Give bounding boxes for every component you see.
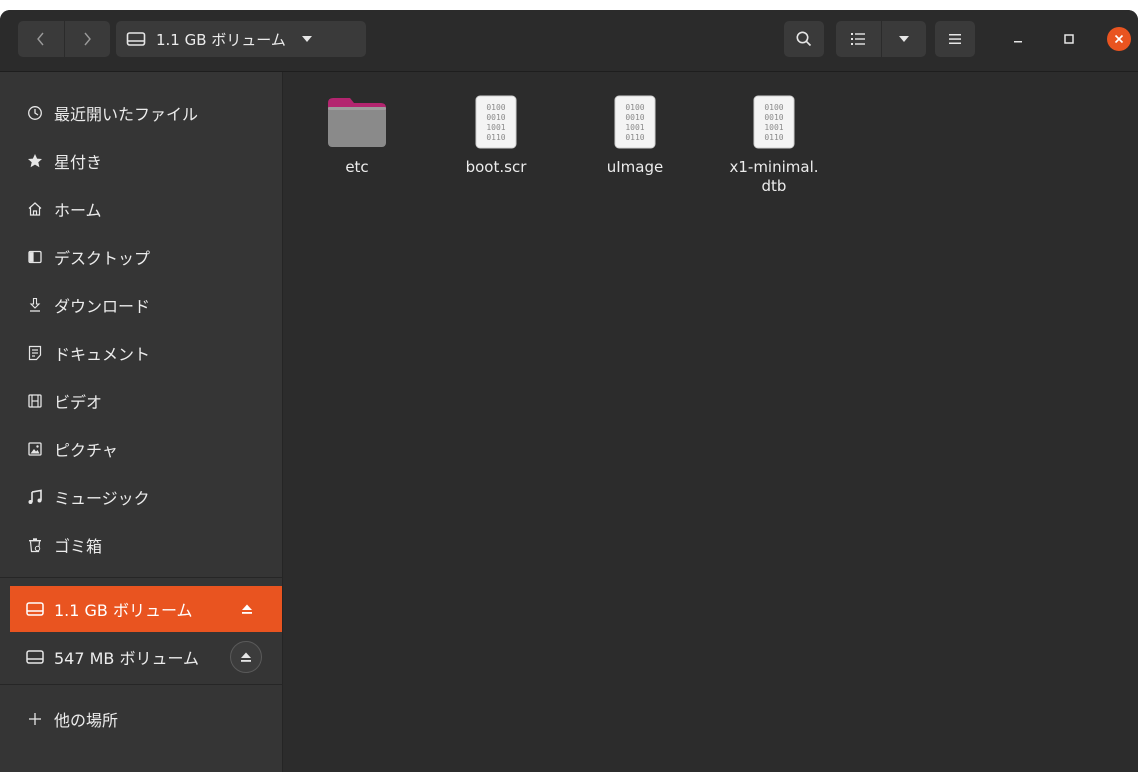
- eject-button[interactable]: [230, 641, 262, 673]
- drive-icon: [26, 600, 44, 618]
- sidebar-item-label: ホーム: [54, 201, 102, 220]
- search-button[interactable]: [784, 21, 824, 57]
- current-location-label: 1.1 GB ボリューム: [156, 30, 286, 49]
- eject-icon: [242, 604, 252, 614]
- main-menu-button[interactable]: [935, 21, 975, 57]
- close-icon: [1114, 34, 1124, 44]
- hamburger-menu-icon: [949, 34, 961, 44]
- sidebar-item-label: ミュージック: [54, 489, 150, 508]
- sidebar-volume-label: 1.1 GB ボリューム: [54, 601, 193, 620]
- sidebar-item-desktop[interactable]: デスクトップ: [10, 234, 282, 280]
- svg-text:0100: 0100: [625, 103, 644, 112]
- download-icon: [26, 296, 44, 314]
- header-bar: 1.1 GB ボリューム: [0, 10, 1138, 72]
- eject-button[interactable]: [236, 598, 258, 620]
- file-name: boot.scr: [465, 158, 527, 176]
- svg-text:0010: 0010: [625, 113, 644, 122]
- file-name: etc: [345, 158, 369, 176]
- navigation-buttons: [18, 21, 110, 57]
- file-view: etc 0100 0010 1001 0110 boot.scr 0100 00…: [283, 72, 1138, 772]
- file-name: x1-minimal. dtb: [729, 158, 819, 195]
- svg-text:0110: 0110: [764, 133, 783, 142]
- list-view-icon: [851, 33, 866, 45]
- sidebar-item-pictures[interactable]: ピクチャ: [10, 426, 282, 472]
- chevron-left-icon: [36, 32, 44, 46]
- clock-icon: [26, 104, 44, 122]
- sidebar-item-label: ドキュメント: [54, 345, 151, 364]
- sidebar-divider: [0, 577, 283, 578]
- sidebar-item-recent[interactable]: 最近開いたファイル: [10, 90, 282, 136]
- plus-icon: [26, 710, 44, 728]
- sidebar-item-starred[interactable]: 星付き: [10, 138, 282, 184]
- sidebar: 最近開いたファイル 星付き ホーム デスクトップ ダウンロード ドキュメント ビ…: [0, 72, 283, 772]
- maximize-button[interactable]: [1056, 26, 1082, 52]
- minimize-button[interactable]: [1005, 26, 1031, 52]
- sidebar-item-label: 他の場所: [54, 711, 119, 730]
- home-icon: [26, 200, 44, 218]
- svg-text:0010: 0010: [486, 113, 505, 122]
- folder-icon: [325, 90, 389, 154]
- file-item-uimage[interactable]: 0100 0010 1001 0110 uImage: [570, 90, 700, 177]
- trash-icon: [26, 536, 44, 554]
- file-item-x1-minimal-dtb[interactable]: 0100 0010 1001 0110 x1-minimal. dtb: [709, 90, 839, 196]
- binary-file-icon: 0100 0010 1001 0110: [742, 90, 806, 154]
- svg-text:0100: 0100: [486, 103, 505, 112]
- sidebar-divider: [0, 684, 283, 685]
- back-button[interactable]: [18, 21, 64, 57]
- file-manager-window: 1.1 GB ボリューム 最近開いたファイル 星付き ホーム デスクトップ ダウ…: [0, 10, 1138, 772]
- sidebar-item-videos[interactable]: ビデオ: [10, 378, 282, 424]
- star-icon: [26, 152, 44, 170]
- chevron-down-icon: [898, 36, 909, 42]
- view-toggle-group: [836, 21, 926, 57]
- file-item-etc[interactable]: etc: [292, 90, 422, 177]
- file-item-boot-scr[interactable]: 0100 0010 1001 0110 boot.scr: [431, 90, 561, 177]
- svg-text:1001: 1001: [486, 123, 505, 132]
- binary-file-icon: 0100 0010 1001 0110: [464, 90, 528, 154]
- file-name: uImage: [606, 158, 664, 176]
- sidebar-item-label: ビデオ: [54, 393, 103, 412]
- desktop-icon: [26, 248, 44, 266]
- close-button[interactable]: [1107, 27, 1131, 51]
- svg-text:0100: 0100: [764, 103, 783, 112]
- music-icon: [26, 488, 44, 506]
- document-icon: [26, 344, 44, 362]
- search-icon: [796, 31, 812, 47]
- sidebar-volume-label: 547 MB ボリューム: [54, 649, 200, 668]
- picture-icon: [26, 440, 44, 458]
- binary-file-icon: 0100 0010 1001 0110: [603, 90, 667, 154]
- sidebar-item-label: 星付き: [54, 153, 103, 172]
- svg-text:1001: 1001: [625, 123, 644, 132]
- sidebar-item-label: ゴミ箱: [54, 537, 103, 556]
- sidebar-volume-547mb[interactable]: 547 MB ボリューム: [10, 634, 282, 680]
- maximize-icon: [1064, 34, 1074, 44]
- minimize-icon: [1014, 41, 1022, 43]
- eject-icon: [241, 652, 251, 662]
- sidebar-item-label: デスクトップ: [54, 249, 151, 268]
- sidebar-item-home[interactable]: ホーム: [10, 186, 282, 232]
- video-icon: [26, 392, 44, 410]
- sidebar-item-label: 最近開いたファイル: [54, 105, 199, 124]
- svg-text:1001: 1001: [764, 123, 783, 132]
- sidebar-other-locations[interactable]: 他の場所: [10, 696, 282, 742]
- sidebar-item-documents[interactable]: ドキュメント: [10, 330, 282, 376]
- svg-text:0010: 0010: [764, 113, 783, 122]
- dropdown-arrow-icon: [301, 36, 312, 42]
- sidebar-item-music[interactable]: ミュージック: [10, 474, 282, 520]
- forward-button[interactable]: [65, 21, 111, 57]
- sidebar-volume-1-1gb[interactable]: 1.1 GB ボリューム: [10, 586, 282, 632]
- svg-text:0110: 0110: [486, 133, 505, 142]
- sidebar-item-trash[interactable]: ゴミ箱: [10, 522, 282, 568]
- sidebar-item-label: ピクチャ: [54, 441, 118, 460]
- view-options-button[interactable]: [882, 21, 927, 57]
- svg-text:0110: 0110: [625, 133, 644, 142]
- sidebar-item-downloads[interactable]: ダウンロード: [10, 282, 282, 328]
- sidebar-item-label: ダウンロード: [54, 297, 151, 316]
- path-bar-button[interactable]: 1.1 GB ボリューム: [116, 21, 366, 57]
- drive-icon: [126, 32, 146, 46]
- chevron-right-icon: [84, 32, 92, 46]
- drive-icon: [26, 648, 44, 666]
- list-view-button[interactable]: [836, 21, 881, 57]
